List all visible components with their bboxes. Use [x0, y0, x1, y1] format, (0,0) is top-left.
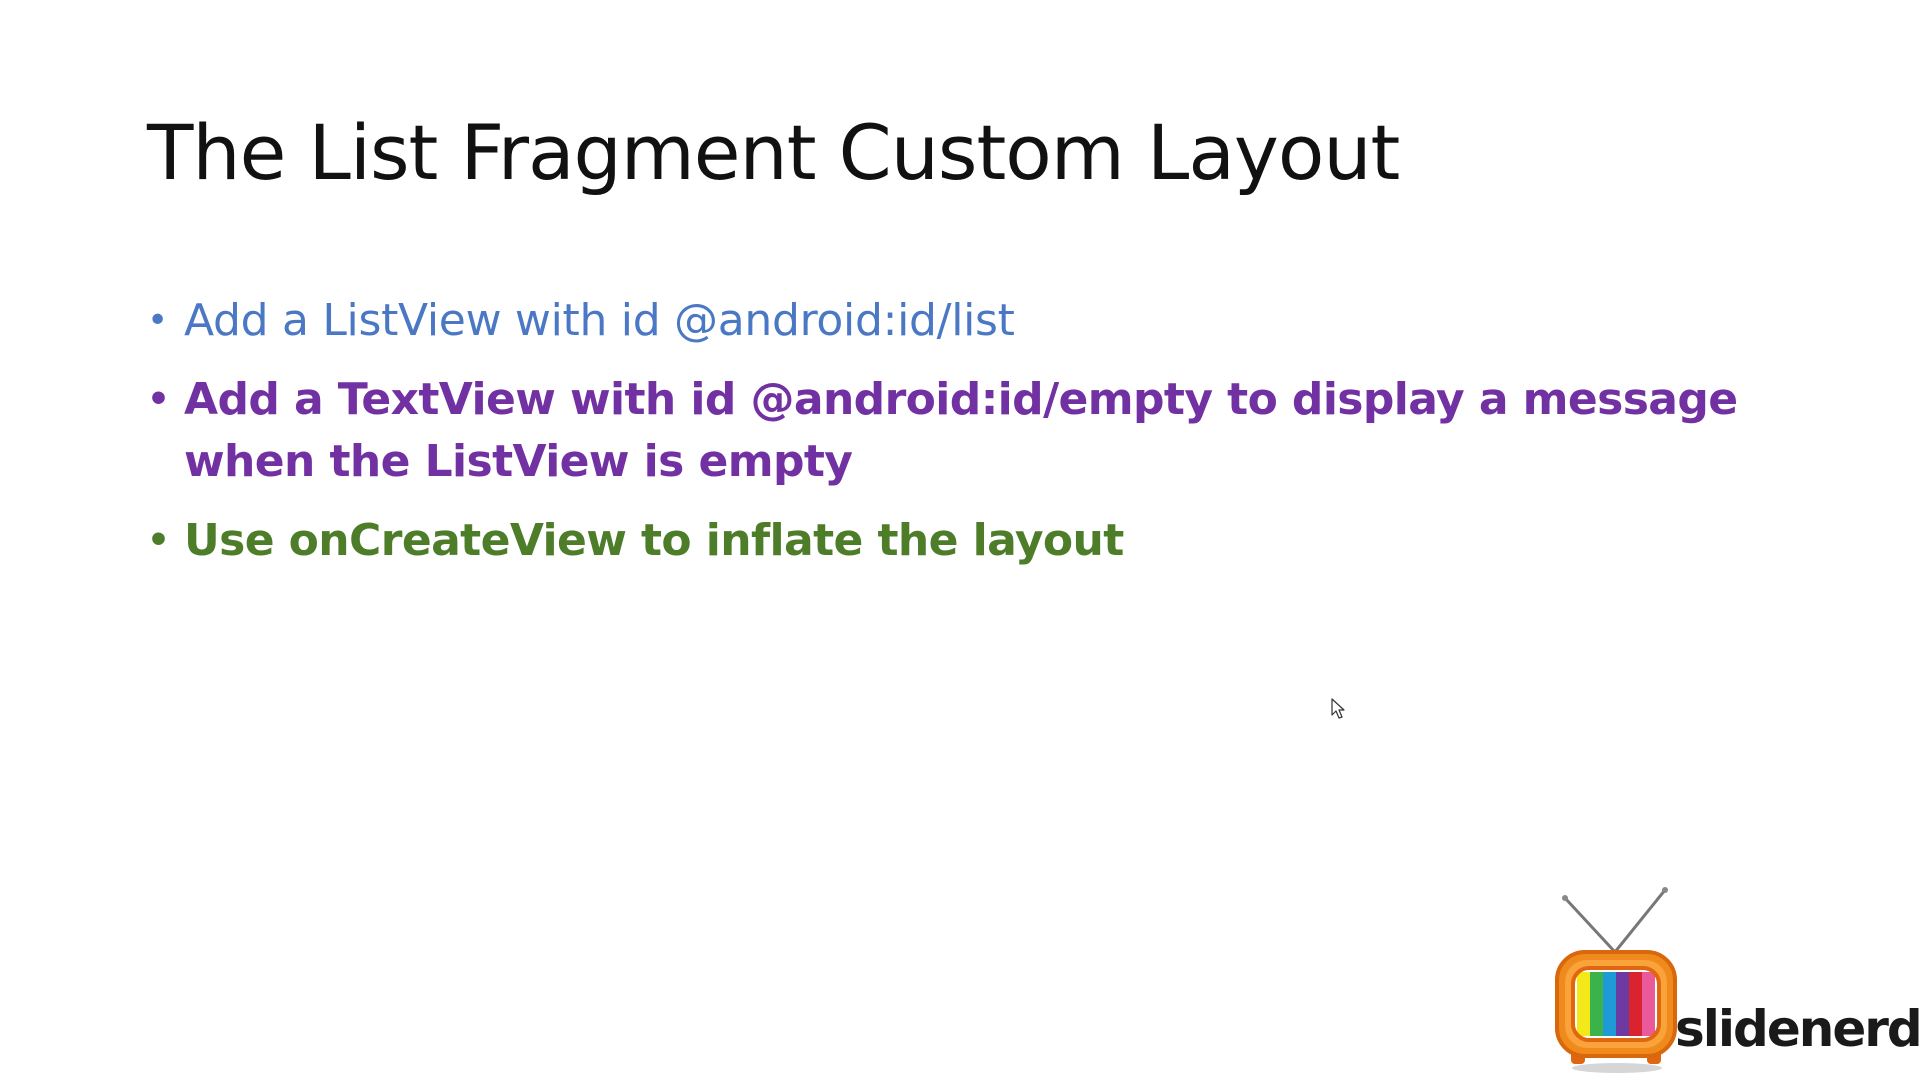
bullet-dot: •: [147, 300, 168, 341]
tv-icon: [1555, 887, 1677, 1073]
bullet-item-oncreateview: • Use onCreateView to inflate the layout: [147, 510, 1797, 572]
bullet-dot: •: [147, 379, 170, 420]
bullet-item-listview: • Add a ListView with id @android:id/lis…: [147, 290, 1797, 352]
slide-title: The List Fragment Custom Layout: [147, 108, 1400, 197]
bullet-text: Add a TextView with id @android:id/empty…: [184, 374, 1738, 487]
slidenerd-logo: slidenerd: [1545, 880, 1920, 1075]
bullet-item-textview: • Add a TextView with id @android:id/emp…: [147, 369, 1797, 493]
bullet-list: • Add a ListView with id @android:id/lis…: [147, 290, 1797, 589]
bullet-dot: •: [147, 520, 170, 561]
slide: The List Fragment Custom Layout • Add a …: [0, 0, 1920, 1080]
logo-wordmark: slidenerd: [1675, 1000, 1920, 1058]
bullet-text: Use onCreateView to inflate the layout: [184, 515, 1124, 566]
mouse-pointer-icon: [1331, 698, 1345, 719]
bullet-text: Add a ListView with id @android:id/list: [184, 295, 1015, 346]
